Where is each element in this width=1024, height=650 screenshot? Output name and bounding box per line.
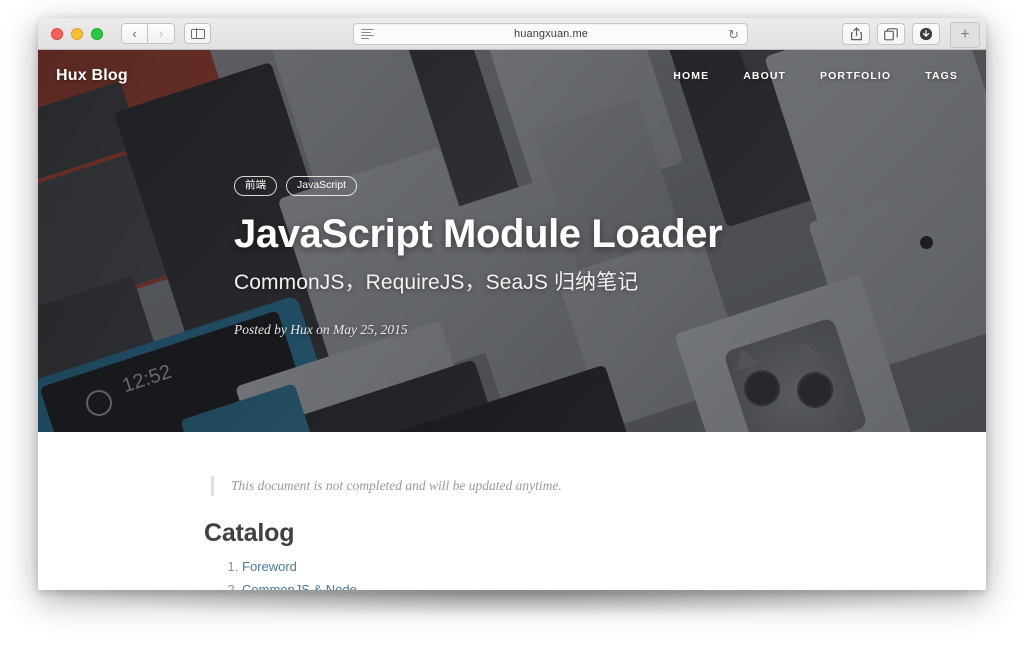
window-controls — [51, 27, 103, 40]
sidebar-toggle-button[interactable] — [184, 23, 211, 44]
browser-toolbar: ‹ › huangxuan.me ↻ + — [38, 18, 986, 50]
tag-pill[interactable]: 前端 — [234, 176, 277, 196]
forward-button[interactable]: › — [148, 23, 175, 44]
share-button[interactable] — [842, 23, 870, 45]
tabs-icon — [884, 27, 898, 40]
catalog-list: Foreword CommonJS & Node History — [206, 559, 818, 590]
back-button[interactable]: ‹ — [121, 23, 148, 44]
address-input[interactable]: huangxuan.me — [374, 28, 728, 40]
nav-about[interactable]: ABOUT — [743, 70, 786, 82]
tag-pill[interactable]: JavaScript — [286, 176, 358, 196]
tabs-overview-button[interactable] — [877, 23, 905, 45]
toolbar-right-buttons — [842, 23, 940, 45]
reader-view-icon[interactable] — [361, 28, 374, 40]
post-hero: 12:52 — [38, 50, 986, 432]
page-root: ‹ › huangxuan.me ↻ + Hux Blog HOME ABOUT… — [0, 0, 1024, 650]
post-subtitle: CommonJS，RequireJS，SeaJS 归纳笔记 — [234, 271, 639, 295]
catalog-heading: Catalog — [204, 519, 295, 547]
site-brand[interactable]: Hux Blog — [56, 67, 128, 85]
downloads-icon — [919, 27, 933, 41]
downloads-button[interactable] — [912, 23, 940, 45]
navigation-buttons: ‹ › — [121, 23, 175, 44]
catalog-link-foreword[interactable]: Foreword — [242, 559, 297, 574]
nav-tags[interactable]: TAGS — [925, 70, 958, 82]
minimize-window-button[interactable] — [71, 27, 83, 40]
site-navigation: Hux Blog HOME ABOUT PORTFOLIO TAGS — [38, 50, 986, 102]
post-title: JavaScript Module Loader — [234, 211, 723, 256]
catalog-link-commonjs-node[interactable]: CommonJS & Node — [242, 582, 357, 590]
nav-home[interactable]: HOME — [673, 70, 709, 82]
address-bar[interactable]: huangxuan.me ↻ — [353, 23, 748, 45]
browser-window: ‹ › huangxuan.me ↻ + Hux Blog HOME ABOUT… — [38, 18, 986, 590]
reload-icon[interactable]: ↻ — [728, 28, 739, 41]
hero-content: Hux Blog HOME ABOUT PORTFOLIO TAGS 前端 Ja… — [38, 50, 986, 432]
post-heading: 前端 JavaScript JavaScript Module Loader C… — [234, 176, 934, 338]
nav-portfolio[interactable]: PORTFOLIO — [820, 70, 891, 82]
close-window-button[interactable] — [51, 27, 63, 40]
maximize-window-button[interactable] — [91, 27, 103, 40]
share-icon — [850, 27, 862, 41]
post-byline: Posted by Hux on May 25, 2015 — [234, 322, 408, 338]
sidebar-icon — [190, 28, 205, 39]
nav-links: HOME ABOUT PORTFOLIO TAGS — [673, 70, 958, 82]
notice-blockquote: This document is not completed and will … — [211, 476, 818, 496]
article-body: This document is not completed and will … — [38, 432, 986, 590]
list-item: CommonJS & Node — [242, 582, 818, 590]
window-drop-shadow — [60, 589, 965, 615]
list-item: Foreword — [242, 559, 818, 575]
post-tags: 前端 JavaScript — [234, 176, 934, 196]
new-tab-button[interactable]: + — [950, 22, 980, 48]
